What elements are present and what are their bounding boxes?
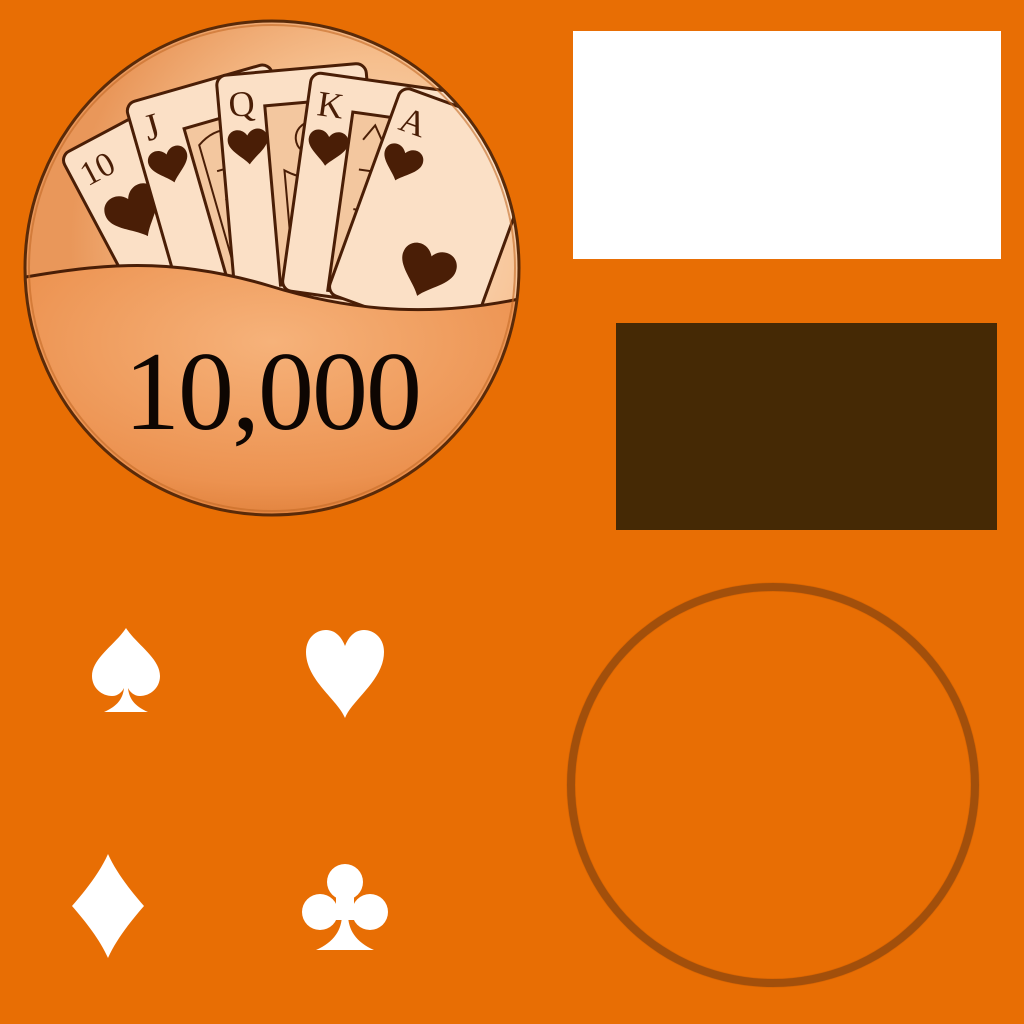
club-icon <box>300 862 390 952</box>
svg-text:Q: Q <box>227 83 256 125</box>
poker-chip: 10 J Q K A 10,000 <box>20 16 524 520</box>
white-panel <box>573 31 1001 259</box>
dark-panel <box>616 323 997 530</box>
spade-icon <box>90 626 162 714</box>
heart-icon <box>304 628 386 720</box>
empty-ring <box>567 583 979 987</box>
diamond-icon <box>70 852 146 960</box>
svg-text:K: K <box>315 83 346 126</box>
chip-value-label: 10,000 <box>124 330 422 454</box>
